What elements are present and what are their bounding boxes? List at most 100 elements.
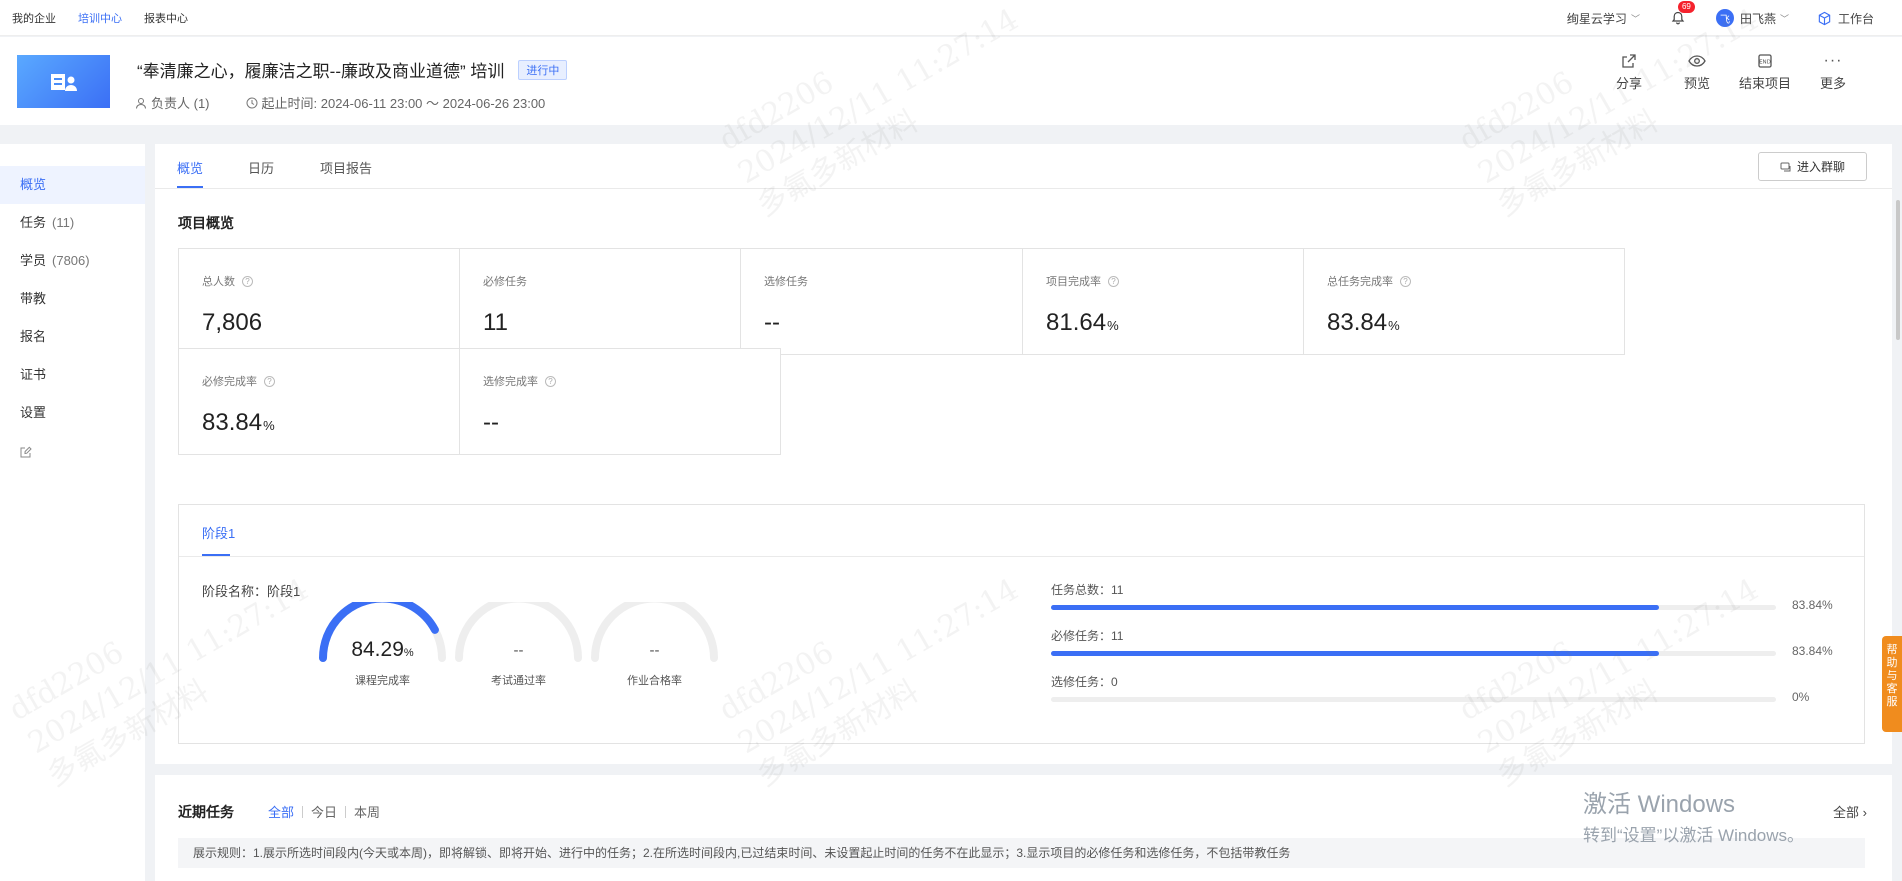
end-icon: END (1758, 54, 1772, 68)
help-icon[interactable]: ? (242, 275, 253, 287)
help-icon[interactable]: ? (1400, 275, 1411, 287)
top-bar: 我的企业 培训中心 报表中心 绚星云学习 ﹀ 69 飞田飞燕 ﹀ 工作台 (0, 0, 1902, 36)
notification-button[interactable]: 69 (1668, 1, 1695, 28)
sidebar-item-enrollment[interactable]: 报名 (0, 318, 145, 356)
sidebar-item-students[interactable]: 学员 (7806) (0, 242, 145, 280)
stat-label: 必修完成率 (202, 376, 257, 388)
project-cover-icon (50, 73, 77, 91)
stat-unit: % (263, 418, 275, 433)
tab-calendar[interactable]: 日历 (248, 158, 274, 177)
stat-value: 7,806 (202, 309, 263, 336)
sidebar-item-tasks[interactable]: 任务 (11) (0, 204, 145, 242)
user-name: 田飞燕 (1739, 11, 1776, 26)
progress-fill (1051, 651, 1659, 656)
stage-panel: 阶段1 阶段名称：阶段1 84.29% 课程完成率 -- 考试通过率 -- 作业… (178, 504, 1865, 744)
top-nav: 我的企业 培训中心 报表中心 (12, 0, 210, 36)
help-icon[interactable]: ? (545, 375, 556, 387)
stat-value: 81.64 (1046, 309, 1107, 336)
share-icon (1622, 54, 1636, 68)
sidebar-item-label: 任务 (20, 215, 47, 230)
project-header: “奉清廉之心，履廉洁之职--廉政及商业道德” 培训 进行中 负责人 (1) 起止… (0, 37, 1902, 125)
progress-fill (1051, 605, 1659, 610)
share-button[interactable]: 分享 (1600, 51, 1658, 92)
gauge-value: -- (649, 642, 660, 659)
stat-label: 总任务完成率 (1327, 276, 1393, 288)
activation-hint: 转到“设置”以激活 Windows。 (1583, 826, 1805, 845)
tab-overview[interactable]: 概览 (177, 158, 203, 177)
sidebar-item-certificate[interactable]: 证书 (0, 356, 145, 394)
stage-tab-indicator (202, 554, 230, 556)
recent-filters: 全部 今日 本周 (268, 802, 380, 821)
user-icon (136, 97, 146, 109)
progress-total-tasks: 任务总数：11 83.84% (1051, 581, 1841, 612)
gauge-course-completion: 84.29% 课程完成率 (315, 602, 450, 687)
sidebar-item-mentoring[interactable]: 带教 (0, 280, 145, 318)
edit-icon (20, 446, 32, 458)
more-icon: ··· (1823, 52, 1843, 69)
end-label: 结束项目 (1738, 76, 1791, 91)
project-title-row: “奉清廉之心，履廉洁之职--廉政及商业道德” 培训 进行中 (137, 57, 568, 82)
project-cover (17, 55, 110, 108)
progress-elective-tasks: 选修任务：0 0% (1051, 673, 1841, 704)
preview-button[interactable]: 预览 (1668, 51, 1726, 92)
preview-label: 预览 (1683, 76, 1710, 91)
progress-track (1051, 651, 1776, 656)
stat-label: 项目完成率 (1046, 276, 1101, 288)
progress-percent: 83.84% (1792, 644, 1833, 658)
end-project-button[interactable]: END 结束项目 (1736, 51, 1794, 92)
progress-label: 必修任务：11 (1051, 629, 1124, 643)
stat-card-required-tasks: 必修任务 11 (459, 248, 781, 355)
workbench-link[interactable]: 工作台 (1817, 10, 1874, 27)
sidebar-item-label: 证书 (20, 367, 47, 382)
stage-name: 阶段名称：阶段1 (202, 584, 301, 599)
clock-icon (246, 97, 258, 108)
project-meta: 负责人 (1) 起止时间: 2024-06-11 23:00 ～ 2024-06… (135, 93, 581, 112)
help-support-button[interactable]: 帮助与客服 (1882, 636, 1902, 732)
windows-activation-watermark: 激活 Windows 转到“设置”以激活 Windows。 (1583, 784, 1804, 846)
nav-report-center[interactable]: 报表中心 (144, 10, 188, 26)
stat-value: 83.84 (1327, 309, 1388, 336)
stat-card-total-task-completion: 总任务完成率? 83.84% (1303, 248, 1625, 355)
filter-today[interactable]: 今日 (311, 802, 337, 821)
sidebar-item-edit[interactable] (0, 432, 145, 470)
user-menu[interactable]: 飞田飞燕 ﹀ (1715, 9, 1789, 27)
time-info: 起止时间: 2024-06-11 23:00 ～ 2024-06-26 23:0… (246, 93, 545, 112)
sidebar-item-label: 设置 (20, 405, 47, 420)
help-icon[interactable]: ? (1108, 275, 1119, 287)
nav-training-center[interactable]: 培训中心 (78, 10, 122, 26)
gauge-label: 课程完成率 (355, 675, 410, 687)
progress-percent: 83.84% (1792, 598, 1833, 612)
sidebar-item-label: 学员 (20, 253, 47, 268)
cube-icon (1818, 11, 1831, 25)
org-switcher[interactable]: 绚星云学习 ﹀ (1567, 10, 1640, 27)
filter-all[interactable]: 全部 (268, 802, 294, 821)
filter-divider (345, 805, 347, 818)
progress-label: 任务总数：11 (1051, 583, 1124, 597)
stat-label: 选修任务 (764, 276, 808, 288)
more-label: 更多 (1819, 76, 1846, 91)
stat-value: -- (483, 409, 499, 436)
join-group-label: 进入群聊 (1796, 160, 1845, 174)
stage-tab-1[interactable]: 阶段1 (202, 523, 235, 542)
sidebar-item-overview[interactable]: 概览 (0, 166, 145, 204)
filter-this-week[interactable]: 本周 (354, 802, 380, 821)
help-icon[interactable]: ? (264, 375, 275, 387)
join-group-chat-button[interactable]: 进入群聊 (1758, 152, 1867, 181)
scrollbar[interactable] (1896, 200, 1900, 340)
header-actions: 分享 预览 END 结束项目 ··· 更多 (1590, 51, 1862, 92)
sidebar-item-label: 概览 (20, 177, 47, 192)
more-button[interactable]: ··· 更多 (1804, 51, 1862, 92)
nav-my-enterprise[interactable]: 我的企业 (12, 10, 56, 26)
sidebar-item-count: (11) (52, 215, 75, 230)
sidebar-item-label: 带教 (20, 291, 47, 306)
recent-tasks-title: 近期任务 (178, 804, 234, 820)
tab-project-report[interactable]: 项目报告 (320, 158, 372, 177)
owner-info[interactable]: 负责人 (1) (135, 93, 210, 112)
gauge-assignment-pass: -- 作业合格率 (587, 602, 722, 687)
sidebar-item-count: (7806) (52, 253, 90, 268)
sidebar-item-settings[interactable]: 设置 (0, 394, 145, 432)
main-panel: 概览 日历 项目报告 进入群聊 项目概览 总人数? 7,806 必修任务 11 … (155, 144, 1892, 764)
stat-card-project-completion: 项目完成率? 81.64% (1022, 248, 1344, 355)
view-all-link[interactable]: 全部 › (1833, 802, 1867, 821)
section-title: 项目概览 (178, 215, 234, 231)
